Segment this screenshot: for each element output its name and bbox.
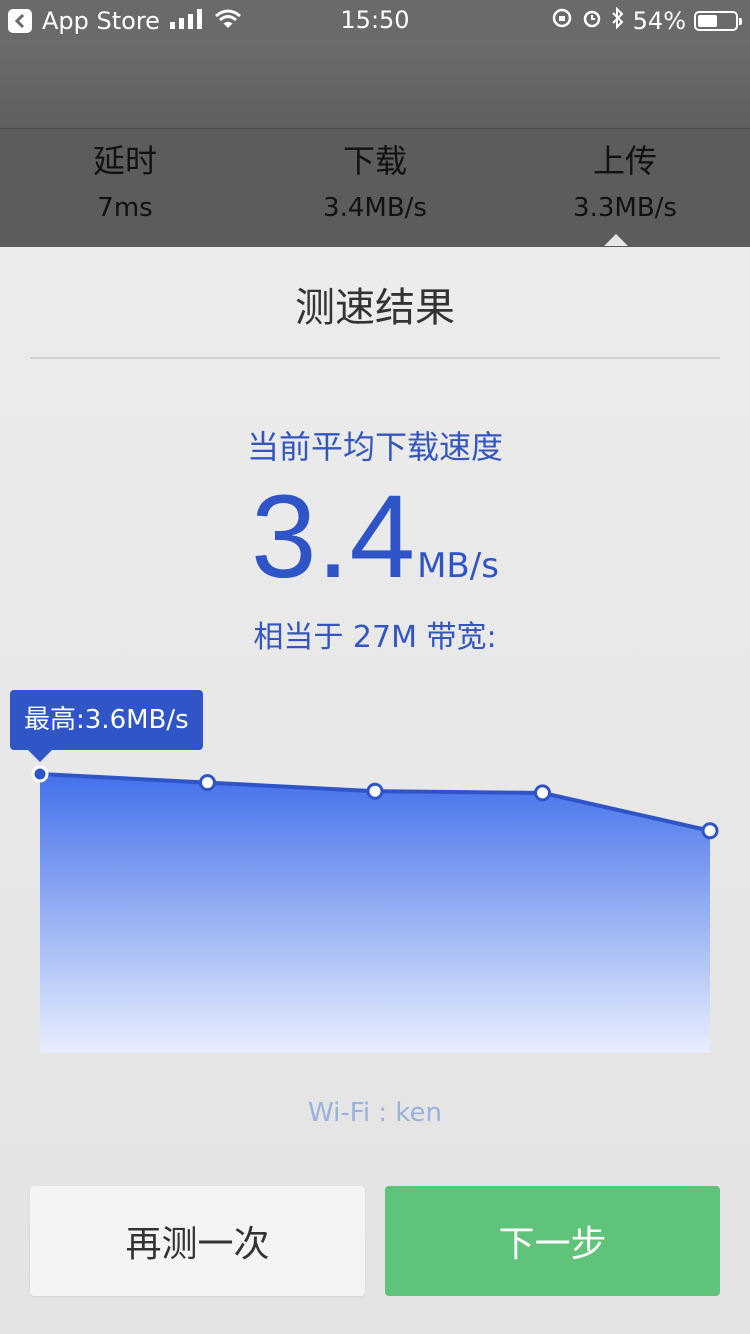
speed-unit: MB/s [417,546,499,586]
speed-value: 3.4 [251,471,416,603]
battery-icon [694,11,742,31]
alarm-icon [581,7,603,35]
retest-button[interactable]: 再测一次 [30,1186,365,1296]
wifi-network-label: Wi-Fi : ken [308,1098,442,1128]
next-step-button[interactable]: 下一步 [385,1186,720,1296]
stat-download-value: 3.4MB/s [323,193,427,223]
page-title: 测速结果 [295,285,455,331]
header-band [0,40,750,128]
chart-point [31,765,49,783]
chart-point [534,784,551,802]
chart-point [199,774,216,792]
bluetooth-icon [611,6,625,35]
stat-latency: 延时 7ms [0,139,250,233]
stat-latency-value: 7ms [97,193,153,223]
stat-upload-value: 3.3MB/s [573,193,677,223]
stat-latency-label: 延时 [92,142,157,180]
chart-point [366,782,384,800]
stat-download: 下载 3.4MB/s [250,139,500,233]
active-stat-pointer [604,234,628,246]
avg-speed-label: 当前平均下载速度 [246,428,503,466]
status-bar: App Store 15:50 54% [0,0,750,40]
stat-upload-label: 上传 [592,142,657,180]
bandwidth-equivalent: 相当于 27M 带宽: [253,620,497,655]
stats-bar: 延时 7ms 下载 3.4MB/s 上传 3.3MB/s [0,128,750,247]
battery-percent: 54% [632,7,686,35]
chart-point [701,822,719,840]
rotation-lock-icon [551,7,573,35]
divider [30,357,720,359]
stat-download-label: 下载 [342,142,407,180]
chart-area [40,774,710,1053]
speed-readout: 3.4MB/s [0,472,750,602]
max-speed-tooltip: 最高:3.6MB/s [10,690,203,762]
stat-upload: 上传 3.3MB/s [500,139,750,233]
